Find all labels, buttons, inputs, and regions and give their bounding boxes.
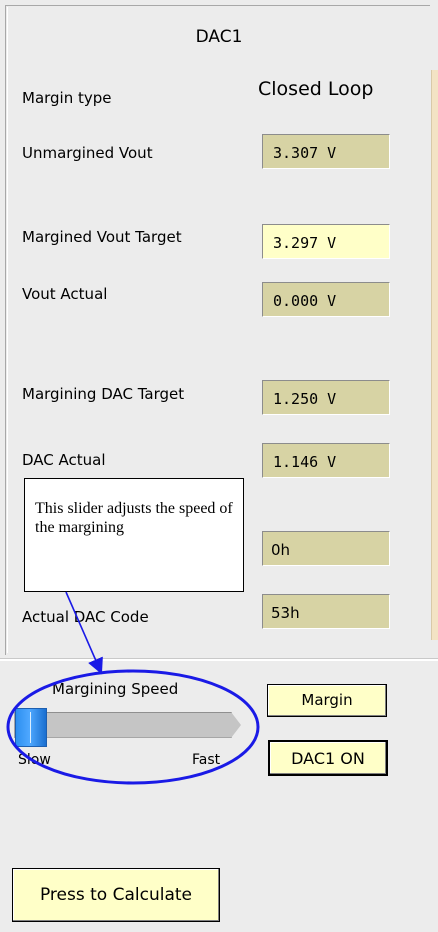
- speed-slider-track-end: [231, 712, 241, 738]
- dac-actual-label: DAC Actual: [22, 451, 106, 469]
- margined-vout-target-input[interactable]: 3.297 V: [262, 224, 390, 259]
- unmargined-vout-label: Unmargined Vout: [22, 144, 153, 162]
- margin-type-value: Closed Loop: [258, 78, 374, 100]
- target-dac-code-field: 0h: [262, 531, 390, 566]
- panel-border-left-highlight: [7, 7, 8, 653]
- margining-speed-label: Margining Speed: [52, 680, 179, 698]
- margin-type-label: Margin type: [22, 89, 112, 107]
- margining-dac-target-label: Margining DAC Target: [22, 385, 185, 403]
- vout-actual-label: Vout Actual: [22, 285, 108, 303]
- actual-dac-code-label: Actual DAC Code: [22, 608, 149, 626]
- dac1-on-button[interactable]: DAC1 ON: [268, 740, 388, 776]
- margining-dac-target-field: 1.250 V: [262, 380, 390, 415]
- slider-slow-label: Slow: [18, 752, 51, 768]
- panel-scroll-strip: [431, 70, 438, 640]
- speed-slider-thumb[interactable]: [15, 708, 47, 747]
- panel-title: DAC1: [195, 27, 243, 47]
- press-to-calculate-button[interactable]: Press to Calculate: [12, 868, 220, 922]
- panel-border-left: [5, 5, 6, 655]
- unmargined-vout-field: 3.307 V: [262, 134, 390, 169]
- margin-button[interactable]: Margin: [267, 684, 387, 717]
- slider-fast-label: Fast: [192, 752, 221, 768]
- annotation-callout: This slider adjusts the speed of the mar…: [24, 478, 244, 592]
- panel-border-top: [5, 5, 430, 6]
- dac-actual-field: 1.146 V: [262, 443, 390, 478]
- vout-actual-field: 0.000 V: [262, 282, 390, 317]
- section-divider: [0, 658, 438, 661]
- margined-vout-target-label: Margined Vout Target: [22, 228, 182, 246]
- actual-dac-code-field: 53h: [262, 594, 390, 629]
